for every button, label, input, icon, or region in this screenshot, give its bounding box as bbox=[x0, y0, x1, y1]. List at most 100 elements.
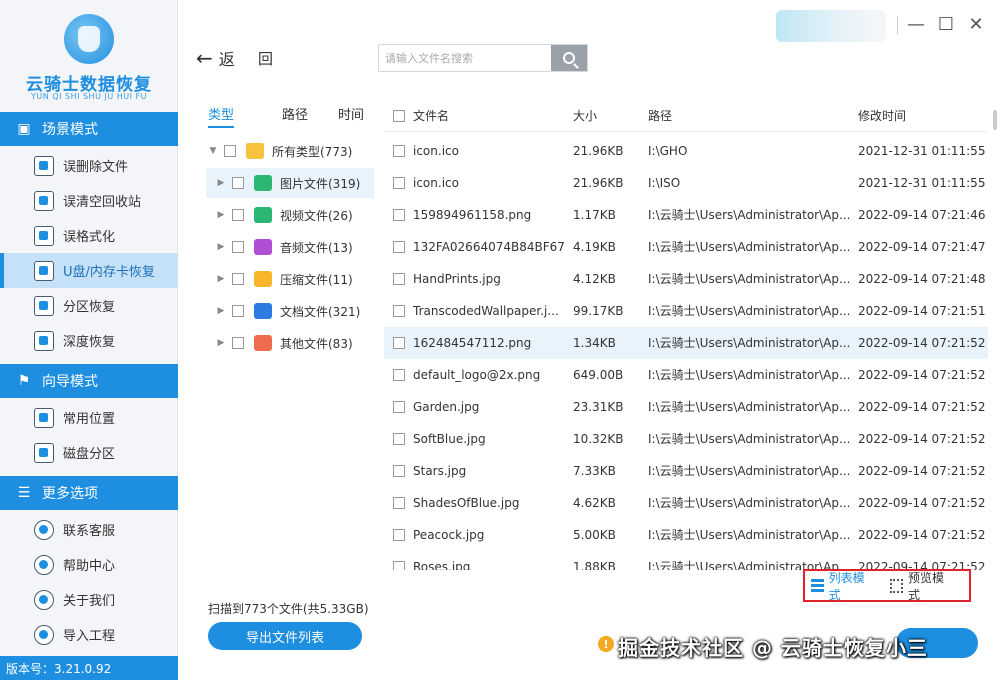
list-mode-button[interactable]: 列表模式 bbox=[811, 569, 872, 603]
table-row[interactable]: Garden.jpg 23.31KB I:\云骑士\Users\Administra… bbox=[384, 391, 988, 423]
section-label: 向导模式 bbox=[42, 374, 98, 390]
section-3-header[interactable]: ☰ 更多选项 bbox=[0, 476, 178, 510]
select-all-checkbox[interactable] bbox=[393, 110, 405, 122]
file-size: 10.32KB bbox=[573, 432, 624, 446]
category-item[interactable]: ▼ 所有类型(773) bbox=[206, 136, 374, 166]
zip-icon bbox=[254, 271, 272, 287]
table-row[interactable]: 159894961158.png 1.17KB I:\云骑士\Users\Admin… bbox=[384, 199, 988, 231]
section-label: 场景模式 bbox=[42, 122, 98, 138]
sidebar-item-2-1[interactable]: 常用位置 bbox=[0, 400, 178, 435]
category-checkbox[interactable] bbox=[232, 337, 244, 349]
row-checkbox[interactable] bbox=[393, 561, 405, 570]
table-row[interactable]: icon.ico 21.96KB I:\ISO 2021-12-31 01:11:55 bbox=[384, 167, 988, 199]
tab-time[interactable]: 时间 bbox=[338, 104, 364, 128]
table-row[interactable]: icon.ico 21.96KB I:\GHO 2021-12-31 01:11:55 bbox=[384, 135, 988, 167]
preview-mode-button[interactable]: 预览模式 bbox=[890, 569, 951, 603]
sidebar-item-1-6[interactable]: 深度恢复 bbox=[0, 323, 178, 358]
table-scrollbar[interactable] bbox=[993, 110, 997, 130]
back-label-second[interactable]: 回 bbox=[258, 48, 273, 69]
category-item[interactable]: ▶ 视频文件(26) bbox=[206, 200, 374, 230]
section-1-header[interactable]: ▣ 场景模式 bbox=[0, 112, 178, 146]
table-row[interactable]: Roses.jpg 1.88KB I:\云骑士\Users\Administrato… bbox=[384, 551, 988, 570]
row-checkbox[interactable] bbox=[393, 433, 405, 445]
sidebar-item-1-4[interactable]: U盘/内存卡恢复 bbox=[0, 253, 178, 288]
expand-right-icon[interactable]: ▶ bbox=[214, 210, 228, 220]
file-path: I:\云骑士\Users\Administrator\Ap... bbox=[648, 336, 851, 350]
category-item[interactable]: ▶ 图片文件(319) bbox=[206, 168, 374, 198]
search-input[interactable] bbox=[379, 45, 551, 71]
sidebar-item-3-4[interactable]: 导入工程 bbox=[0, 617, 178, 652]
header-filename[interactable]: 文件名 bbox=[413, 100, 563, 132]
tab-path[interactable]: 路径 bbox=[282, 104, 308, 128]
row-checkbox[interactable] bbox=[393, 529, 405, 541]
category-checkbox[interactable] bbox=[232, 241, 244, 253]
table-row[interactable]: 132FA02664074B84BF67... 4.19KB I:\云骑士\User… bbox=[384, 231, 988, 263]
sidebar-item-2-2[interactable]: 磁盘分区 bbox=[0, 435, 178, 470]
sidebar-item-1-1[interactable]: 误删除文件 bbox=[0, 148, 178, 183]
user-account-area[interactable] bbox=[776, 10, 886, 42]
maximize-icon[interactable]: ☐ bbox=[936, 14, 956, 35]
file-size: 4.12KB bbox=[573, 272, 616, 286]
row-checkbox[interactable] bbox=[393, 401, 405, 413]
row-checkbox[interactable] bbox=[393, 465, 405, 477]
row-checkbox[interactable] bbox=[393, 177, 405, 189]
header-modified[interactable]: 修改时间 bbox=[858, 100, 988, 132]
close-icon[interactable]: ✕ bbox=[966, 14, 986, 35]
search-button[interactable] bbox=[551, 45, 587, 71]
file-name: 162484547112.png bbox=[413, 336, 532, 350]
category-item[interactable]: ▶ 压缩文件(11) bbox=[206, 264, 374, 294]
category-checkbox[interactable] bbox=[232, 209, 244, 221]
expand-down-icon[interactable]: ▼ bbox=[206, 146, 220, 156]
category-item[interactable]: ▶ 文档文件(321) bbox=[206, 296, 374, 326]
deep-scan-icon bbox=[34, 330, 54, 351]
sidebar-item-1-3[interactable]: 误格式化 bbox=[0, 218, 178, 253]
category-checkbox[interactable] bbox=[232, 273, 244, 285]
grid-icon bbox=[890, 578, 903, 593]
sidebar-item-3-2[interactable]: 帮助中心 bbox=[0, 547, 178, 582]
category-tabs: 类型 路径 时间 bbox=[208, 104, 374, 128]
table-row[interactable]: Peacock.jpg 5.00KB I:\云骑士\Users\Administra… bbox=[384, 519, 988, 551]
row-checkbox[interactable] bbox=[393, 497, 405, 509]
table-row[interactable]: TranscodedWallpaper.j... 99.17KB I:\云骑士\Us… bbox=[384, 295, 988, 327]
tab-type[interactable]: 类型 bbox=[208, 104, 235, 128]
sidebar-item-label: 常用位置 bbox=[63, 412, 116, 427]
row-checkbox[interactable] bbox=[393, 241, 405, 253]
header-size[interactable]: 大小 bbox=[573, 100, 643, 132]
table-row[interactable]: HandPrints.jpg 4.12KB I:\云骑士\Users\Adminis… bbox=[384, 263, 988, 295]
expand-right-icon[interactable]: ▶ bbox=[214, 274, 228, 284]
sidebar-item-1-2[interactable]: 误清空回收站 bbox=[0, 183, 178, 218]
category-item[interactable]: ▶ 音频文件(13) bbox=[206, 232, 374, 262]
sidebar-item-3-1[interactable]: 联系客服 bbox=[0, 512, 178, 547]
table-row[interactable]: default_logo@2x.png 649.00B I:\云骑士\Users\A… bbox=[384, 359, 988, 391]
expand-right-icon[interactable]: ▶ bbox=[214, 242, 228, 252]
minimize-icon[interactable]: — bbox=[906, 14, 926, 35]
file-modified: 2022-09-14 07:21:52 bbox=[858, 368, 986, 382]
category-checkbox[interactable] bbox=[232, 177, 244, 189]
table-row[interactable]: Stars.jpg 7.33KB I:\云骑士\Users\Administrato… bbox=[384, 455, 988, 487]
row-checkbox[interactable] bbox=[393, 305, 405, 317]
expand-right-icon[interactable]: ▶ bbox=[214, 306, 228, 316]
sidebar-item-1-5[interactable]: 分区恢复 bbox=[0, 288, 178, 323]
category-checkbox[interactable] bbox=[224, 145, 236, 157]
row-checkbox[interactable] bbox=[393, 337, 405, 349]
sidebar-item-label: 深度恢复 bbox=[63, 335, 116, 350]
sidebar-item-3-3[interactable]: 关于我们 bbox=[0, 582, 178, 617]
preview-mode-label: 预览模式 bbox=[907, 570, 944, 602]
table-row[interactable]: 162484547112.png 1.34KB I:\云骑士\Users\Admin… bbox=[384, 327, 988, 359]
category-item[interactable]: ▶ 其他文件(83) bbox=[206, 328, 374, 358]
table-row[interactable]: ShadesOfBlue.jpg 4.62KB I:\云骑士\Users\Admin… bbox=[384, 487, 988, 519]
export-list-button[interactable]: 导出文件列表 bbox=[208, 622, 362, 650]
row-checkbox[interactable] bbox=[393, 145, 405, 157]
usb-card-icon bbox=[34, 260, 54, 281]
row-checkbox[interactable] bbox=[393, 273, 405, 285]
file-size: 4.19KB bbox=[573, 240, 616, 254]
header-path[interactable]: 路径 bbox=[648, 100, 848, 132]
expand-right-icon[interactable]: ▶ bbox=[214, 178, 228, 188]
back-button[interactable]: ← 返 bbox=[196, 46, 235, 70]
category-checkbox[interactable] bbox=[232, 305, 244, 317]
section-2-header[interactable]: ⚑ 向导模式 bbox=[0, 364, 178, 398]
row-checkbox[interactable] bbox=[393, 209, 405, 221]
expand-right-icon[interactable]: ▶ bbox=[214, 338, 228, 348]
row-checkbox[interactable] bbox=[393, 369, 405, 381]
table-row[interactable]: SoftBlue.jpg 10.32KB I:\云骑士\Users\Administ… bbox=[384, 423, 988, 455]
